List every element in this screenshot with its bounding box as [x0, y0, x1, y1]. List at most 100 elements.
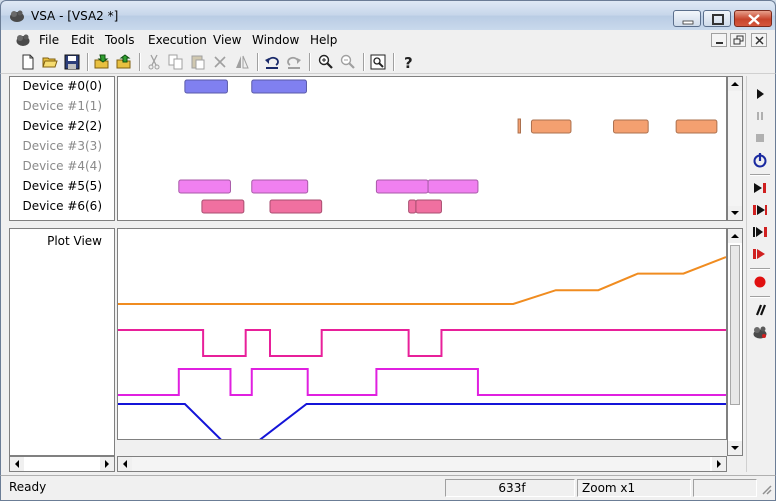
run-button[interactable]: [751, 85, 769, 103]
maximize-icon: [712, 14, 724, 25]
magenta-signal-line: [118, 368, 726, 396]
close-button[interactable]: [734, 10, 772, 27]
menu-view[interactable]: View: [213, 33, 241, 47]
resize-grip-icon[interactable]: [759, 482, 773, 496]
device-pulse-bar[interactable]: [201, 199, 245, 214]
help-button[interactable]: ?: [399, 53, 417, 71]
run-to-button[interactable]: [751, 245, 769, 263]
save-icon: [64, 54, 80, 70]
device-pulse-bar[interactable]: [530, 119, 572, 134]
maximize-button[interactable]: [703, 10, 731, 27]
record-icon: [754, 276, 766, 288]
mdi-restore-button[interactable]: [730, 33, 746, 47]
plot-view-canvas: [118, 256, 726, 439]
scroll-left-button[interactable]: [118, 457, 132, 471]
scroll-up-button[interactable]: [728, 77, 742, 91]
import-button[interactable]: [93, 53, 111, 71]
menu-execution[interactable]: Execution: [148, 33, 207, 47]
device-timeline[interactable]: [117, 76, 727, 221]
open-folder-icon: [42, 57, 58, 68]
device-label[interactable]: Device #4(4): [22, 159, 102, 173]
device-vertical-scrollbar[interactable]: [727, 76, 743, 221]
scroll-track[interactable]: [132, 457, 710, 471]
open-button[interactable]: [41, 53, 59, 71]
device-pulse-bar[interactable]: [408, 199, 417, 214]
device-label[interactable]: Device #3(3): [22, 139, 102, 153]
redo-button[interactable]: [285, 53, 303, 71]
scroll-up-button[interactable]: [728, 229, 742, 243]
record-button[interactable]: [751, 273, 769, 291]
device-config-button[interactable]: [751, 323, 769, 341]
plot-vertical-scrollbar[interactable]: [727, 228, 743, 456]
plot-view-chart[interactable]: [117, 228, 727, 440]
play-icon: [757, 89, 764, 99]
power-reset-icon: [753, 153, 767, 168]
toolbar-separator: [750, 296, 770, 298]
scroll-left-button[interactable]: [10, 457, 24, 471]
device-pulse-bar[interactable]: [613, 119, 649, 134]
run-to-icon: [753, 249, 765, 259]
device-label[interactable]: Device #7(7): [22, 219, 102, 220]
scroll-thumb[interactable]: [730, 245, 740, 405]
undo-icon: [265, 56, 279, 69]
device-label[interactable]: Device #0(0): [22, 79, 102, 93]
device-pulse-bar[interactable]: [251, 79, 307, 94]
new-file-button[interactable]: [19, 53, 37, 71]
plot-horizontal-scrollbar[interactable]: [117, 456, 727, 472]
scroll-right-button[interactable]: [100, 457, 114, 471]
device-label[interactable]: Device #2(2): [22, 119, 102, 133]
scroll-down-button[interactable]: [728, 441, 742, 455]
export-button[interactable]: [115, 53, 133, 71]
arrow-left-icon: [15, 460, 19, 468]
step-forward-icon: [754, 183, 766, 193]
menu-window[interactable]: Window: [252, 33, 299, 47]
mdi-close-button[interactable]: [751, 33, 767, 47]
label-horizontal-scrollbar[interactable]: [9, 456, 115, 472]
device-pulse-bar[interactable]: [269, 199, 323, 214]
device-pulse-bar[interactable]: [251, 179, 309, 194]
orange-signal-line: [118, 256, 726, 305]
step-back-button[interactable]: [751, 201, 769, 219]
scroll-track[interactable]: [728, 91, 742, 206]
scroll-right-button[interactable]: [712, 457, 726, 471]
copy-button[interactable]: [167, 53, 185, 71]
execution-toolbar: [746, 76, 772, 472]
breakpoint-button[interactable]: [751, 301, 769, 319]
reset-button[interactable]: [751, 151, 769, 169]
device-pulse-bar[interactable]: [675, 119, 718, 134]
step-back-icon: [753, 205, 767, 215]
device-pulse-bar[interactable]: [178, 179, 231, 194]
device-pulse-bar[interactable]: [184, 79, 228, 94]
device-pulse-bar[interactable]: [517, 118, 521, 134]
cut-button[interactable]: [145, 53, 163, 71]
flip-button[interactable]: [233, 53, 251, 71]
undo-button[interactable]: [263, 53, 281, 71]
delete-button[interactable]: [211, 53, 229, 71]
toolbar-separator: [393, 53, 395, 71]
menu-edit[interactable]: Edit: [71, 33, 94, 47]
device-pulse-bar[interactable]: [415, 199, 442, 214]
scroll-down-button[interactable]: [728, 206, 742, 220]
menu-tools[interactable]: Tools: [105, 33, 135, 47]
document-icon[interactable]: [15, 32, 31, 48]
step-forward-button[interactable]: [751, 179, 769, 197]
pause-icon: [757, 112, 763, 120]
device-label[interactable]: Device #1(1): [22, 99, 102, 113]
save-button[interactable]: [63, 53, 81, 71]
toolbar: ?: [0, 50, 776, 74]
menu-file[interactable]: File: [39, 33, 59, 47]
device-label[interactable]: Device #6(6): [22, 199, 102, 213]
zoom-in-button[interactable]: [317, 53, 335, 71]
device-pulse-bar[interactable]: [427, 179, 479, 194]
pause-button[interactable]: [751, 107, 769, 125]
menu-help[interactable]: Help: [310, 33, 337, 47]
step-over-button[interactable]: [751, 223, 769, 241]
fit-button[interactable]: [369, 53, 387, 71]
device-label[interactable]: Device #5(5): [22, 179, 102, 193]
mdi-minimize-button[interactable]: [711, 33, 727, 47]
minimize-button[interactable]: [673, 10, 701, 27]
stop-button[interactable]: [751, 129, 769, 147]
device-pulse-bar[interactable]: [375, 179, 429, 194]
zoom-out-button[interactable]: [339, 53, 357, 71]
paste-button[interactable]: [189, 53, 207, 71]
